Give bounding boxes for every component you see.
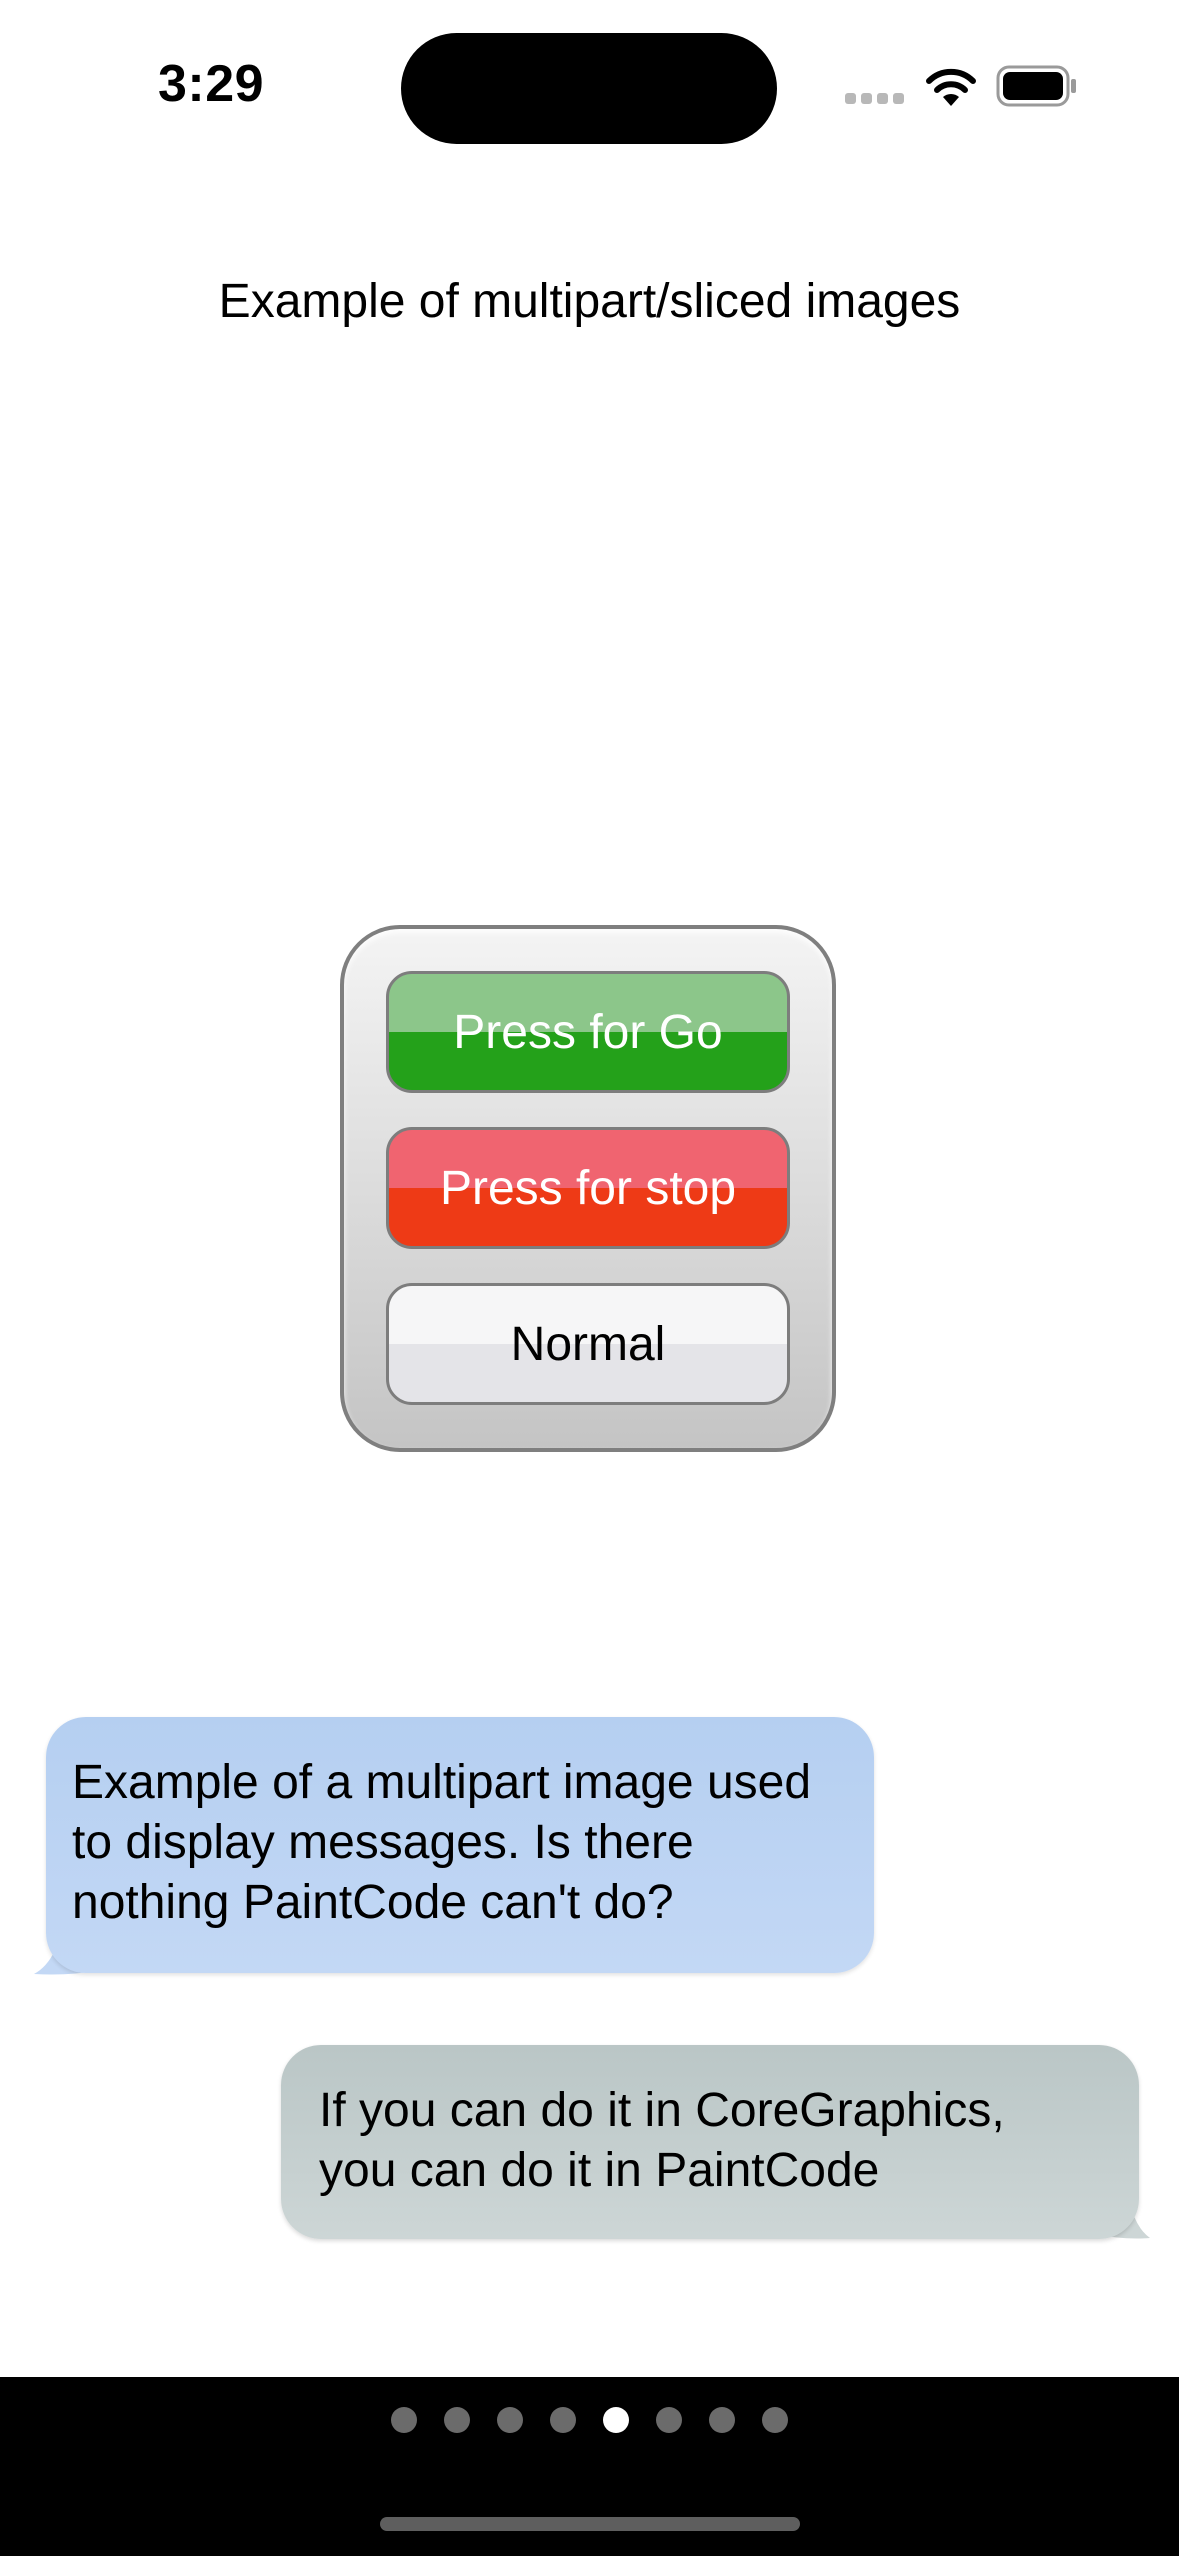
page-dot-active[interactable] (603, 2407, 629, 2433)
wifi-icon (926, 68, 976, 106)
page-indicator[interactable] (0, 2407, 1179, 2433)
button-panel: Press for Go Press for stop Normal (340, 925, 836, 1452)
stop-button[interactable]: Press for stop (386, 1127, 790, 1249)
home-indicator[interactable] (380, 2517, 800, 2531)
status-time: 3:29 (158, 55, 265, 113)
page-title: Example of multipart/sliced images (218, 275, 961, 328)
go-button[interactable]: Press for Go (386, 971, 790, 1093)
page-dot[interactable] (550, 2407, 576, 2433)
page-dot[interactable] (656, 2407, 682, 2433)
dynamic-island (401, 33, 777, 144)
page-dot[interactable] (391, 2407, 417, 2433)
message-line: you can do it in PaintCode (319, 2144, 880, 2197)
message-line: If you can do it in CoreGraphics, (319, 2084, 1005, 2137)
page-dot[interactable] (762, 2407, 788, 2433)
cellular-signal-icon (845, 93, 905, 107)
message-line: nothing PaintCode can't do? (72, 1876, 674, 1929)
page-dot[interactable] (709, 2407, 735, 2433)
page-dot[interactable] (444, 2407, 470, 2433)
battery-icon (996, 65, 1076, 107)
page-dot[interactable] (497, 2407, 523, 2433)
message-line: Example of a multipart image used (72, 1756, 812, 1809)
normal-button[interactable]: Normal (386, 1283, 790, 1405)
message-line: to display messages. Is there (72, 1816, 694, 1869)
outgoing-message-bubble: If you can do it in CoreGraphics, you ca… (281, 2045, 1139, 2239)
incoming-message-bubble: Example of a multipart image used to dis… (46, 1717, 874, 1973)
